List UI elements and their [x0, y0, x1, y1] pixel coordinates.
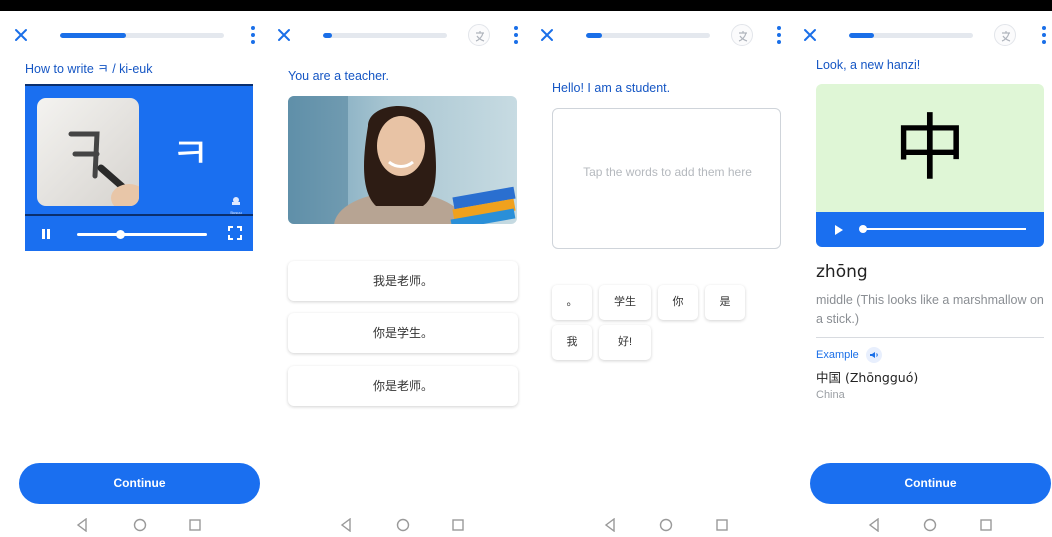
korean-letter: ㅋ [171, 129, 210, 178]
back-nav-icon[interactable] [76, 517, 88, 537]
lesson-progress [849, 33, 973, 38]
busuu-logo-icon [232, 197, 240, 205]
close-icon[interactable] [12, 26, 30, 44]
recents-nav-icon[interactable] [189, 518, 201, 536]
lesson-progress [323, 33, 447, 38]
video-scrub-knob[interactable] [115, 230, 125, 239]
android-nav-bar [789, 516, 1052, 537]
recents-nav-icon[interactable] [980, 518, 992, 536]
back-nav-icon[interactable] [340, 517, 352, 537]
lesson-header [0, 23, 263, 47]
audio-scrub-track[interactable] [859, 225, 1026, 233]
android-nav-bar [526, 516, 789, 537]
close-icon[interactable] [801, 26, 819, 44]
lesson-header [789, 23, 1052, 47]
word-tile[interactable]: 是 [705, 285, 745, 320]
close-icon[interactable] [275, 26, 293, 44]
translate-icon [475, 31, 485, 42]
translate-icon [1001, 31, 1011, 42]
home-nav-icon[interactable] [659, 518, 673, 537]
lesson-progress [586, 33, 710, 38]
home-nav-icon[interactable] [133, 518, 147, 537]
example-label: Example [816, 348, 859, 361]
exercise-prompt: You are a teacher. [288, 69, 390, 83]
word-tile[interactable]: 你 [658, 285, 698, 320]
lesson-progress-fill [60, 33, 126, 38]
back-nav-icon[interactable] [868, 517, 880, 537]
lesson-header [263, 23, 526, 47]
teacher-illustration [288, 96, 516, 224]
exercise-prompt: Hello! I am a student. [552, 81, 671, 95]
translate-icon [738, 31, 748, 42]
lesson-progress-fill [586, 33, 603, 38]
screen-word-builder: Hello! I am a student. Tap the words to … [526, 11, 789, 537]
video-controls-divider [25, 214, 253, 216]
writing-video-player[interactable]: ㅋ Busuu [25, 84, 253, 251]
handwriting-thumbnail [37, 98, 139, 206]
word-tile[interactable]: 学生 [599, 285, 651, 320]
home-nav-icon[interactable] [923, 518, 937, 537]
lesson-progress [60, 33, 224, 38]
answer-option[interactable]: 我是老师。 [288, 261, 518, 301]
more-options-icon[interactable] [1039, 26, 1049, 44]
status-bar [0, 0, 1052, 11]
android-nav-bar [0, 516, 263, 537]
teacher-photo [288, 96, 517, 224]
example-row: Example [816, 346, 883, 363]
handwriting-stroke [68, 131, 139, 206]
fullscreen-icon[interactable] [228, 226, 242, 240]
pause-icon[interactable] [41, 228, 51, 240]
continue-button[interactable]: Continue [810, 463, 1051, 504]
answer-option[interactable]: 你是老师。 [288, 366, 518, 406]
speaker-button[interactable] [866, 346, 883, 363]
lesson-progress-fill [323, 33, 332, 38]
more-options-icon[interactable] [248, 26, 258, 44]
hanzi-card: 中 [816, 84, 1044, 247]
screen-new-hanzi: Look, a new hanzi! 中 zhōng middle (This … [789, 11, 1052, 537]
example-hanzi: 中国 (Zhōngguó) [816, 370, 919, 385]
translate-button[interactable] [994, 24, 1016, 46]
answer-placeholder: Tap the words to add them here [583, 165, 752, 179]
word-tile[interactable]: 好! [599, 325, 651, 360]
exercise-prompt: How to write ㅋ / ki-euk [25, 62, 153, 76]
hanzi-pinyin: zhōng [816, 262, 868, 282]
translate-button[interactable] [468, 24, 490, 46]
home-nav-icon[interactable] [396, 518, 410, 537]
answer-option[interactable]: 你是学生。 [288, 313, 518, 353]
speaker-icon [870, 351, 878, 358]
more-options-icon[interactable] [774, 26, 784, 44]
back-nav-icon[interactable] [604, 517, 616, 537]
example-translation: China [816, 389, 845, 401]
hanzi-meaning: middle (This looks like a marshmallow on… [816, 293, 1044, 326]
android-nav-bar [263, 516, 526, 537]
screen-korean-writing: How to write ㅋ / ki-euk ㅋ Busuu Continue [0, 11, 263, 537]
word-tile[interactable]: 。 [552, 285, 592, 320]
answer-drop-area[interactable]: Tap the words to add them here [552, 108, 781, 249]
recents-nav-icon[interactable] [716, 518, 728, 536]
screen-teacher-choice: You are a teacher. 我是老师。 你是学生。 你是老师。 [263, 11, 526, 537]
hanzi-character: 中 [893, 106, 966, 190]
audio-scrub-knob[interactable] [859, 225, 867, 233]
exercise-prompt: Look, a new hanzi! [816, 58, 921, 72]
lesson-header [526, 23, 789, 47]
translate-button[interactable] [731, 24, 753, 46]
close-icon[interactable] [538, 26, 556, 44]
word-tile[interactable]: 我 [552, 325, 592, 360]
more-options-icon[interactable] [511, 26, 521, 44]
play-icon[interactable] [834, 224, 844, 236]
audio-player[interactable] [816, 212, 1044, 247]
busuu-logo: Busuu [225, 192, 247, 215]
divider [816, 337, 1044, 338]
video-scrub-track[interactable] [77, 230, 207, 239]
lesson-progress-fill [849, 33, 874, 38]
recents-nav-icon[interactable] [452, 518, 464, 536]
continue-button[interactable]: Continue [19, 463, 260, 504]
